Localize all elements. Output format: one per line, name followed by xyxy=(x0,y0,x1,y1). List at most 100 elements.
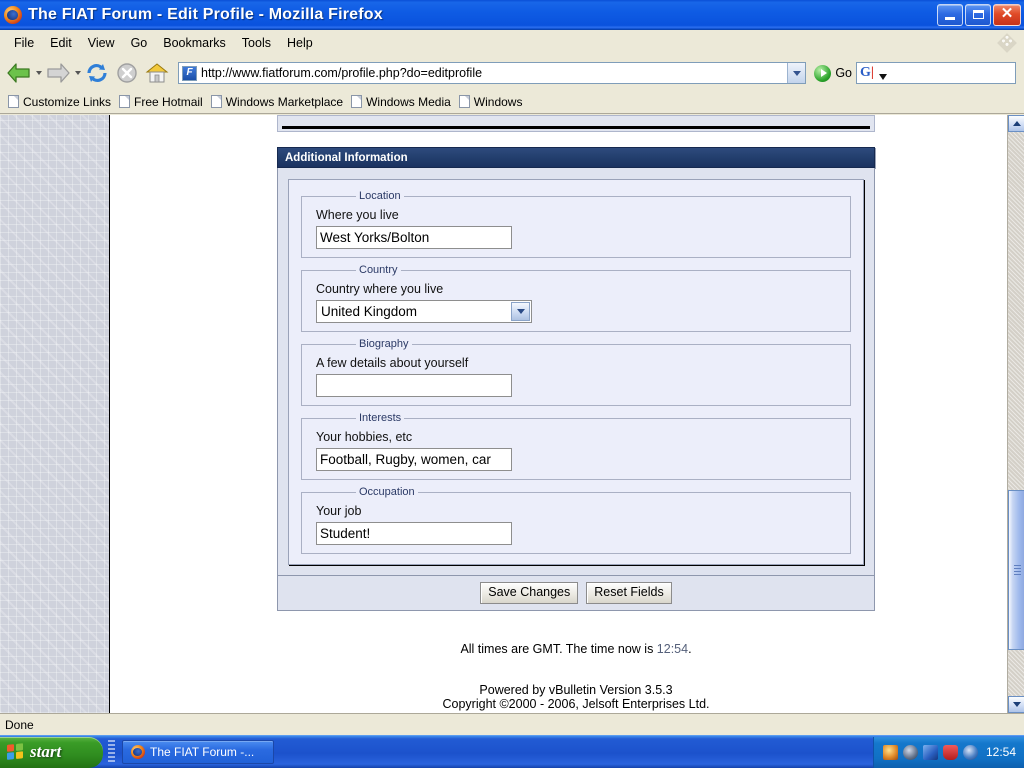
bookmark-windows[interactable]: Windows xyxy=(457,95,529,109)
additional-information-panel: Additional Information Location Where yo… xyxy=(277,147,875,611)
antivirus-icon[interactable] xyxy=(942,744,958,760)
menu-item-help-label: Help xyxy=(286,36,313,50)
window-titlebar: The FIAT Forum - Edit Profile - Mozilla … xyxy=(0,0,1024,30)
bookmark-label: Customize Links xyxy=(23,94,112,109)
interests-input[interactable]: Football, Rugby, women, car xyxy=(316,448,512,471)
menu-item-file[interactable]: File xyxy=(6,34,42,52)
go-button[interactable]: Go xyxy=(810,64,856,82)
taskbar-clock[interactable]: 12:54 xyxy=(986,745,1016,759)
site-favicon-icon: F xyxy=(182,65,197,81)
bookmarks-toolbar: Customize Links Free Hotmail Windows Mar… xyxy=(0,90,1024,114)
back-history-dropdown[interactable] xyxy=(34,63,43,83)
bookmark-page-icon xyxy=(351,95,363,108)
menu-item-view[interactable]: View xyxy=(80,34,123,52)
page-content: Additional Information Location Where yo… xyxy=(111,115,995,713)
menu-bar: File Edit View Go Bookmarks Tools Help xyxy=(0,30,1024,56)
window-controls: ✕ xyxy=(937,3,1024,26)
fieldset-occupation-legend: Occupation xyxy=(359,486,415,498)
home-icon xyxy=(145,63,169,83)
menu-item-edit-label: Edit xyxy=(50,36,72,50)
scroll-down-button[interactable] xyxy=(1008,696,1024,713)
menu-item-tools[interactable]: Tools xyxy=(234,34,279,52)
url-dropdown-button[interactable] xyxy=(787,63,806,83)
screen: The FIAT Forum - Edit Profile - Mozilla … xyxy=(0,0,1024,768)
bookmark-customize-links[interactable]: Customize Links xyxy=(6,95,117,109)
chevron-down-icon xyxy=(1012,702,1021,707)
panel-body: Location Where you live West Yorks/Bolto… xyxy=(277,168,875,576)
bookmark-free-hotmail[interactable]: Free Hotmail xyxy=(117,95,209,109)
bookmark-page-icon xyxy=(119,95,131,108)
bookmark-label: Windows Marketplace xyxy=(225,94,344,109)
reload-icon xyxy=(87,64,107,82)
start-label: start xyxy=(30,742,62,761)
bookmark-page-icon xyxy=(8,95,19,108)
forward-history-dropdown[interactable] xyxy=(73,63,82,83)
stop-button xyxy=(112,59,142,87)
fieldset-biography-legend: Biography xyxy=(359,338,409,350)
fieldset-country: Country Country where you live United Ki… xyxy=(301,264,851,332)
scroll-up-button[interactable] xyxy=(1008,115,1024,132)
network-icon[interactable] xyxy=(882,744,898,760)
location-input[interactable]: West Yorks/Bolton xyxy=(316,226,512,249)
menu-item-help[interactable]: Help xyxy=(279,34,321,52)
menu-item-go[interactable]: Go xyxy=(123,34,156,52)
home-button[interactable] xyxy=(142,59,172,87)
fieldset-occupation-description: Your job xyxy=(316,504,362,518)
search-input[interactable]: G| xyxy=(856,62,1016,84)
scrollbar-thumb[interactable] xyxy=(1008,490,1024,650)
fieldset-country-legend: Country xyxy=(359,264,398,276)
volume-icon[interactable] xyxy=(962,744,978,760)
country-select-arrow[interactable] xyxy=(511,302,530,321)
server-time-line: All times are GMT. The time now is 12:54… xyxy=(277,642,875,656)
menu-item-bookmarks[interactable]: Bookmarks xyxy=(155,34,234,52)
window-title: The FIAT Forum - Edit Profile - Mozilla … xyxy=(28,5,383,23)
server-time-value: 12:54 xyxy=(656,642,689,656)
bookmark-windows-marketplace[interactable]: Windows Marketplace xyxy=(209,95,349,109)
country-select[interactable]: United Kingdom xyxy=(316,300,532,323)
menu-item-edit[interactable]: Edit xyxy=(42,34,80,52)
quick-launch-grip[interactable] xyxy=(108,740,115,764)
stop-icon xyxy=(117,63,137,83)
menu-item-file-label: File xyxy=(14,36,35,50)
taskbar-item-label: The FIAT Forum -... xyxy=(150,745,255,759)
form-button-row: Save Changes Reset Fields xyxy=(277,576,875,611)
close-icon: ✕ xyxy=(1000,5,1014,22)
bookmark-label: Free Hotmail xyxy=(134,94,203,109)
page-background-texture xyxy=(0,115,110,713)
fieldset-biography-description: A few details about yourself xyxy=(316,356,469,370)
maximize-button[interactable] xyxy=(965,3,991,26)
page-copyright: Powered by vBulletin Version 3.5.3 Copyr… xyxy=(277,683,875,711)
start-button[interactable]: start xyxy=(0,736,103,768)
toolbar-grip-icon xyxy=(997,33,1017,53)
chevron-up-icon xyxy=(1012,121,1021,126)
copyright-line: Copyright ©2000 - 2006, Jelsoft Enterpri… xyxy=(442,697,710,711)
page-footer: All times are GMT. The time now is 12:54… xyxy=(277,642,875,656)
occupation-input[interactable]: Student! xyxy=(316,522,512,545)
bookmark-windows-media[interactable]: Windows Media xyxy=(349,95,457,109)
navigation-toolbar: F http://www.fiatforum.com/profile.php?d… xyxy=(0,56,1024,90)
chevron-down-icon xyxy=(516,309,525,314)
shield-icon[interactable] xyxy=(902,744,918,760)
chevron-down-icon xyxy=(792,70,801,76)
biography-input[interactable] xyxy=(316,374,512,397)
reload-button[interactable] xyxy=(82,59,112,87)
fieldset-interests: Interests Your hobbies, etc Football, Ru… xyxy=(301,412,851,480)
search-engine-dropdown-icon[interactable] xyxy=(879,74,887,80)
bookmark-page-icon xyxy=(210,95,222,108)
reset-fields-button[interactable]: Reset Fields xyxy=(586,582,672,604)
close-button[interactable]: ✕ xyxy=(993,3,1021,26)
powered-by-line: Powered by vBulletin Version 3.5.3 xyxy=(479,683,673,697)
country-select-value: United Kingdom xyxy=(321,304,418,319)
taskbar-item-firefox[interactable]: The FIAT Forum -... xyxy=(122,740,274,764)
vertical-scrollbar[interactable] xyxy=(1007,115,1024,713)
status-bar: Done xyxy=(0,713,1024,735)
back-button[interactable] xyxy=(4,59,34,87)
menu-item-bookmarks-label: Bookmarks xyxy=(163,36,226,50)
save-changes-button[interactable]: Save Changes xyxy=(480,582,579,604)
go-icon xyxy=(814,64,832,82)
minimize-button[interactable] xyxy=(937,3,963,26)
fieldset-location-description: Where you live xyxy=(316,208,399,222)
menu-item-tools-label: Tools xyxy=(241,36,271,50)
url-bar[interactable]: F http://www.fiatforum.com/profile.php?d… xyxy=(178,62,807,84)
display-icon[interactable] xyxy=(922,744,938,760)
